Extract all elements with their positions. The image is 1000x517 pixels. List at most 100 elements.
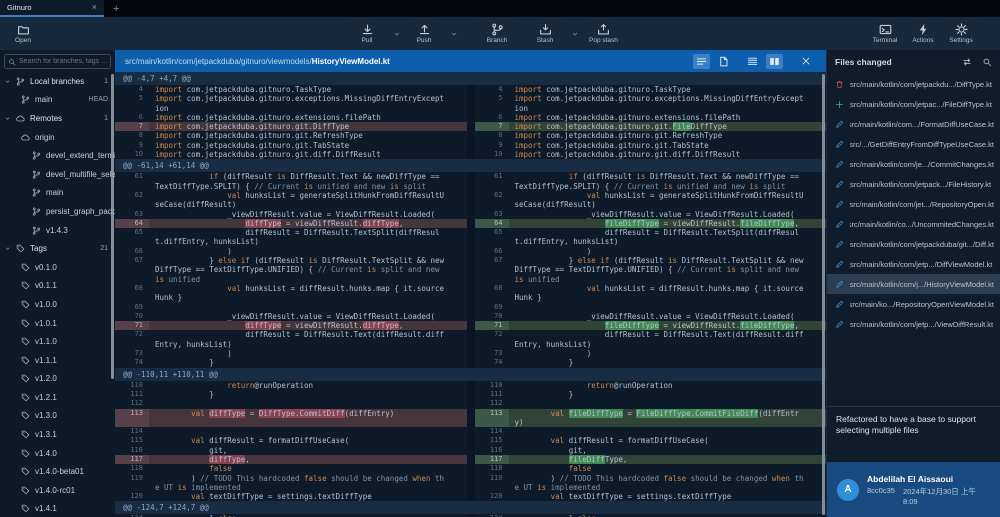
code-line-old[interactable] bbox=[149, 303, 467, 312]
code-line-new[interactable]: import com.jetpackduba.gitnuro.git.Refre… bbox=[509, 131, 827, 140]
full-file-view-icon[interactable] bbox=[715, 54, 732, 69]
code-line-old[interactable]: diffType = viewDiffResult.diffType, bbox=[149, 219, 467, 228]
unified-view-icon[interactable] bbox=[744, 54, 761, 69]
chevron-down-icon[interactable] bbox=[4, 78, 11, 85]
code-line-old[interactable]: import com.jetpackduba.gitnuro.git.DiffT… bbox=[149, 122, 467, 131]
code-line-old[interactable]: val hunksList = diffResult.hunks.map { i… bbox=[149, 284, 467, 303]
code-line-old[interactable]: import com.jetpackduba.gitnuro.TaskType bbox=[149, 85, 467, 94]
pull-button[interactable]: Pull bbox=[354, 23, 380, 44]
code-line-old[interactable]: diffType, bbox=[149, 455, 467, 464]
code-line-new[interactable]: ) bbox=[509, 349, 827, 358]
file-item[interactable]: src/main/kotlin/com/jet.../RepositoryOpe… bbox=[827, 194, 1000, 214]
sidebar-item-v1-4-3[interactable]: v1.4.3 bbox=[0, 221, 115, 240]
sidebar-scrollbar[interactable] bbox=[111, 74, 114, 379]
code-line-new[interactable]: git, bbox=[509, 446, 827, 455]
path-display-icon[interactable] bbox=[962, 57, 972, 67]
code-line-new[interactable]: val textDiffType = settings.textDiffType bbox=[509, 492, 827, 501]
sidebar-item-v1-3-1[interactable]: v1.3.1 bbox=[0, 425, 115, 444]
chevron-down-icon[interactable] bbox=[571, 30, 579, 38]
code-line-new[interactable]: val fileDiffType = FileDiffType.CommitFi… bbox=[509, 409, 827, 428]
chevron-down-icon[interactable] bbox=[450, 30, 458, 38]
code-line-new[interactable]: false bbox=[509, 464, 827, 473]
sidebar-item-v1-2-1[interactable]: v1.2.1 bbox=[0, 388, 115, 407]
code-line-new[interactable] bbox=[509, 303, 827, 312]
sidebar-item-v1-4-0[interactable]: v1.4.0 bbox=[0, 444, 115, 463]
code-line-old[interactable] bbox=[149, 399, 467, 408]
sidebar-item-devel-extend-termina[interactable]: devel_extend_termina bbox=[0, 146, 115, 165]
sidebar-item-devel-multifile-select[interactable]: devel_multifile_select bbox=[0, 165, 115, 184]
sidebar-item-v1-2-0[interactable]: v1.2.0 bbox=[0, 370, 115, 389]
code-line-old[interactable]: _viewDiffResult.value = ViewDiffResult.L… bbox=[149, 210, 467, 219]
code-line-old[interactable]: git, bbox=[149, 446, 467, 455]
code-line-new[interactable]: val hunksList = generateSplitHunkFromDif… bbox=[509, 191, 827, 210]
file-item[interactable]: src/main/kotlin/com/jetpackdu.../DiffTyp… bbox=[827, 74, 1000, 94]
code-line-old[interactable]: diffResult = DiffResult.Text(diffResult.… bbox=[149, 330, 467, 349]
code-line-old[interactable]: diffResult = DiffResult.TextSplit(diffRe… bbox=[149, 228, 467, 247]
code-line-new[interactable]: import com.jetpackduba.gitnuro.extension… bbox=[509, 113, 827, 122]
sidebar-item-v1-4-0-rc01[interactable]: v1.4.0-rc01 bbox=[0, 481, 115, 500]
terminal-button[interactable]: Terminal bbox=[872, 23, 898, 44]
code-line-new[interactable]: diffResult = DiffResult.TextSplit(diffRe… bbox=[509, 228, 827, 247]
code-line-new[interactable]: import com.jetpackduba.gitnuro.exception… bbox=[509, 94, 827, 113]
sidebar-item-main[interactable]: main bbox=[0, 184, 115, 203]
code-line-old[interactable]: import com.jetpackduba.gitnuro.git.diff.… bbox=[149, 150, 467, 159]
code-line-new[interactable]: return@runOperation bbox=[509, 381, 827, 390]
branch-button[interactable]: Branch bbox=[484, 23, 510, 44]
file-item[interactable]: src/main/kotlin/com.../FormatDiffUseCase… bbox=[827, 114, 1000, 134]
code-line-old[interactable]: ) bbox=[149, 247, 467, 256]
code-line-new[interactable]: import com.jetpackduba.gitnuro.git.FileD… bbox=[509, 122, 827, 131]
code-line-old[interactable]: import com.jetpackduba.gitnuro.git.Refre… bbox=[149, 131, 467, 140]
files-search-icon[interactable] bbox=[982, 57, 992, 67]
code-line-old[interactable]: false bbox=[149, 464, 467, 473]
sidebar-item-v1-4-1[interactable]: v1.4.1 bbox=[0, 500, 115, 517]
sidebar-item-v0-1-0[interactable]: v0.1.0 bbox=[0, 258, 115, 277]
code-line-old[interactable]: ) // TODO This hardcoded false should be… bbox=[149, 474, 467, 493]
code-line-new[interactable] bbox=[509, 427, 827, 436]
code-line-new[interactable]: } bbox=[509, 390, 827, 399]
sidebar-item-v1-0-1[interactable]: v1.0.1 bbox=[0, 314, 115, 333]
code-line-new[interactable]: fileDiffType = viewDiffResult.fileDiffTy… bbox=[509, 219, 827, 228]
sidebar-item-v0-1-1[interactable]: v0.1.1 bbox=[0, 277, 115, 296]
file-item[interactable]: src/main/kotlin/com/je.../CommitChanges.… bbox=[827, 154, 1000, 174]
actions-button[interactable]: Actions bbox=[910, 23, 936, 44]
sidebar-section-local-branches[interactable]: Local branches1 bbox=[0, 72, 115, 91]
code-line-old[interactable]: val hunksList = generateSplitHunkFromDif… bbox=[149, 191, 467, 210]
split-view-icon[interactable] bbox=[766, 54, 783, 69]
code-line-new[interactable]: fileDiffType, bbox=[509, 455, 827, 464]
file-item[interactable]: src/.../GetDiffEntryFromDiffTypeUseCase.… bbox=[827, 134, 1000, 154]
file-item[interactable]: src/main/kotlin/com/jetpac.../FileDiffTy… bbox=[827, 94, 1000, 114]
push-button[interactable]: Push bbox=[411, 23, 437, 44]
sidebar-item-v1-3-0[interactable]: v1.3.0 bbox=[0, 407, 115, 426]
new-tab-button[interactable]: + bbox=[104, 0, 128, 17]
code-line-new[interactable]: diffResult = DiffResult.Text(diffResult.… bbox=[509, 330, 827, 349]
code-line-old[interactable]: _viewDiffResult.value = ViewDiffResult.L… bbox=[149, 312, 467, 321]
code-line-old[interactable] bbox=[149, 427, 467, 436]
code-line-new[interactable]: ) bbox=[509, 247, 827, 256]
hunks-view-icon[interactable] bbox=[693, 54, 710, 69]
code-line-new[interactable]: val hunksList = diffResult.hunks.map { i… bbox=[509, 284, 827, 303]
file-item[interactable]: src/main/ko.../RepositoryOpenViewModel.k… bbox=[827, 294, 1000, 314]
sidebar-item-main[interactable]: mainHEAD bbox=[0, 91, 115, 110]
code-line-new[interactable]: } bbox=[509, 358, 827, 367]
code-line-old[interactable]: ) bbox=[149, 349, 467, 358]
code-line-old[interactable]: } else if (diffResult is DiffResult.Text… bbox=[149, 256, 467, 284]
chevron-down-icon[interactable] bbox=[393, 30, 401, 38]
code-line-old[interactable]: } bbox=[149, 390, 467, 399]
code-line-old[interactable]: val diffType = DiffType.CommitDiff(diffE… bbox=[149, 409, 467, 428]
file-item[interactable]: src/main/kotlin/com/jetp.../DiffViewMode… bbox=[827, 254, 1000, 274]
file-item[interactable]: src/main/kotlin/com/jetp.../ViewDiffResu… bbox=[827, 314, 1000, 334]
stash-button[interactable]: Stash bbox=[532, 23, 558, 44]
file-item[interactable]: src/main/kotlin/com/jetpackduba/git.../D… bbox=[827, 234, 1000, 254]
open-button[interactable]: Open bbox=[10, 23, 36, 44]
code-line-old[interactable]: } bbox=[149, 358, 467, 367]
code-line-old[interactable]: import com.jetpackduba.gitnuro.extension… bbox=[149, 113, 467, 122]
sidebar-item-v1-1-1[interactable]: v1.1.1 bbox=[0, 351, 115, 370]
sidebar-section-remotes[interactable]: Remotes1 bbox=[0, 109, 115, 128]
commit-author-card[interactable]: A Abdelilah El Aissaoui 8cc0c35 2024年12月… bbox=[827, 462, 1000, 517]
code-line-new[interactable]: import com.jetpackduba.gitnuro.git.TabSt… bbox=[509, 141, 827, 150]
pop-stash-button[interactable]: Pop stash bbox=[589, 23, 618, 44]
code-line-old[interactable]: val diffResult = formatDiffUseCase( bbox=[149, 436, 467, 445]
code-line-new[interactable]: } else if (diffResult is DiffResult.Text… bbox=[509, 256, 827, 284]
code-line-new[interactable]: import com.jetpackduba.gitnuro.TaskType bbox=[509, 85, 827, 94]
code-line-new[interactable]: val diffResult = formatDiffUseCase( bbox=[509, 436, 827, 445]
